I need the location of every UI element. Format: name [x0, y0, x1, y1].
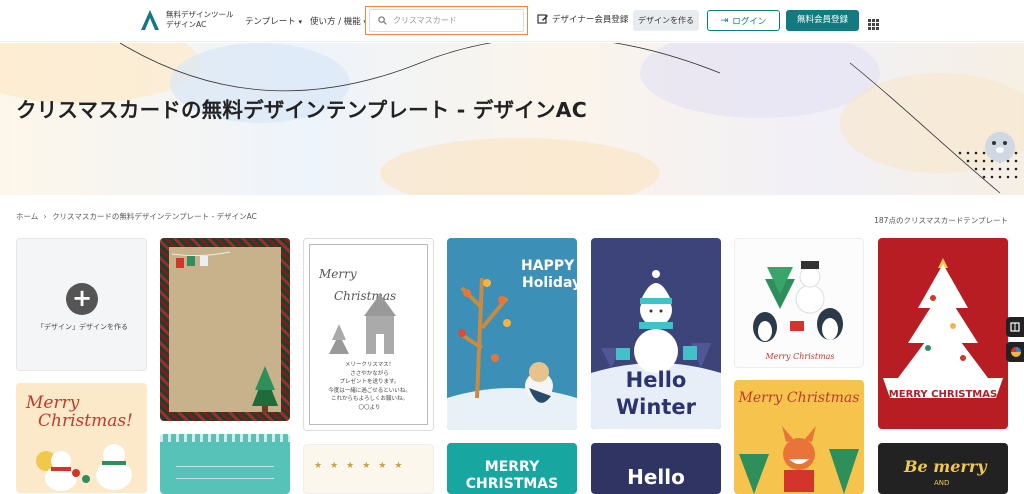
nav-usage-label: 使い方 / 機能 [310, 17, 361, 27]
template-card-gold-stars[interactable]: ★★★★★★ [303, 444, 434, 494]
template-card-be-merry[interactable]: Be merry AND [878, 443, 1008, 494]
message-line: メリークリスマス！ [344, 362, 395, 368]
search-input[interactable]: クリスマスカード [369, 9, 524, 32]
template-card-red-tree[interactable]: MERRY CHRISTMAS [878, 238, 1008, 429]
search-icon [378, 16, 387, 25]
teal-merry-line1: MERRY [484, 459, 540, 475]
results-count: 187点のクリスマスカードテンプレート [874, 216, 1008, 225]
nav-templates-label: テンプレート [245, 17, 296, 27]
side-color-button[interactable] [1006, 342, 1024, 362]
bears-title-line1: Merry [26, 393, 80, 413]
hello-winter-line2: Winter [616, 395, 696, 419]
happy-holiday-line1: HAPPY [521, 258, 575, 274]
red-tree-illustration [883, 258, 1003, 398]
designer-register-label: デザイナー会員登録 [552, 15, 629, 25]
breadcrumb-current: クリスマスカードの無料デザインテンプレート - デザインAC [52, 212, 257, 221]
hero-banner: クリスマスカードの無料デザインテンプレート - デザインAC [0, 43, 1024, 195]
red-tree-banner: MERRY CHRISTMAS [888, 389, 998, 400]
be-merry-line1: Be merry [904, 457, 987, 476]
happy-holiday-line2: Holiday [522, 275, 577, 291]
template-card-plaid-frame[interactable] [160, 238, 290, 421]
message-line: 今度は一緒に過ごせるといいね。 [328, 387, 411, 394]
template-card-teal[interactable] [160, 434, 290, 494]
penguins-caption: Merry Christmas [765, 352, 835, 361]
fox-illustration [739, 426, 859, 494]
template-card-navy-hello[interactable]: Hello [591, 443, 721, 494]
edit-icon [537, 14, 548, 24]
breadcrumb-separator: › [43, 212, 47, 221]
fox-title: Merry Christmas [738, 390, 860, 406]
bears-title-line2: Christmas! [38, 411, 133, 431]
hello-winter-line1: Hello [625, 368, 687, 392]
color-wheel-icon [1011, 347, 1021, 357]
message-line: ささやかながら [350, 370, 389, 377]
page-title: クリスマスカードの無料デザインテンプレート - デザインAC [16, 98, 587, 122]
login-icon: ⇥ [720, 15, 729, 26]
teal-line [176, 478, 274, 479]
template-card-penguins[interactable]: Merry Christmas [734, 238, 864, 368]
logo-text[interactable]: 無料デザインツール デザインAC [166, 10, 234, 30]
template-card-hello-winter[interactable]: Hello Winter [591, 238, 721, 429]
template-card-bears[interactable]: Merry Christmas! [16, 383, 147, 493]
caret-down-icon: ▾ [298, 18, 302, 26]
template-card-fox[interactable]: Merry Christmas [734, 380, 864, 494]
nav-usage[interactable]: 使い方 / 機能 ▾ [310, 15, 367, 27]
side-book-button[interactable] [1006, 317, 1024, 337]
penguins-illustration [753, 261, 843, 342]
message-line: 〇〇より [358, 404, 381, 411]
book-icon [1010, 322, 1020, 332]
logo-line1: 無料デザインツール [166, 10, 234, 19]
free-register-button[interactable]: 無料会員登録 [786, 10, 859, 31]
gray-card-title-line1: Merry [319, 267, 357, 281]
designer-register-link[interactable]: デザイナー会員登録 [537, 13, 628, 25]
church-illustration [329, 294, 396, 354]
nav-templates[interactable]: テンプレート ▾ [245, 15, 302, 27]
create-design-button[interactable]: デザインを作る [633, 10, 699, 31]
message-line: プレゼントを送ります。 [339, 379, 400, 385]
apps-grid-icon[interactable] [868, 15, 879, 34]
template-card-happy-holiday[interactable]: HAPPY Holiday [447, 238, 577, 430]
plus-icon: + [66, 283, 98, 315]
breadcrumb-home[interactable]: ホーム [16, 212, 38, 221]
logo-icon[interactable] [140, 9, 160, 35]
teal-border-pattern [160, 434, 290, 442]
site-header: 無料デザインツール デザインAC テンプレート ▾ 使い方 / 機能 ▾ クリス… [0, 0, 1024, 42]
template-card-teal-merry[interactable]: MERRY CHRISTMAS [447, 443, 577, 494]
message-line: これからもよろしくお願いね。 [330, 396, 408, 402]
template-card-merry-christmas-gray[interactable]: Merry Christmas メリークリスマス！ ささやかながら プレゼントを… [303, 238, 434, 431]
plaid-decoration [171, 251, 278, 412]
breadcrumb: ホーム › クリスマスカードの無料デザインテンプレート - デザインAC [16, 211, 257, 222]
logo-line2: デザインAC [166, 20, 207, 29]
teal-merry-line2: CHRISTMAS [465, 476, 559, 492]
stars-decoration: ★★★★★★ [314, 461, 411, 471]
teal-line [176, 466, 274, 467]
create-design-card[interactable]: + 「デザイン」デザインを作る [16, 238, 147, 371]
create-design-label: 「デザイン」デザインを作る [37, 323, 128, 331]
gray-card-message: メリークリスマス！ ささやかながら プレゼントを送ります。 今度は一緒に過ごせる… [304, 361, 433, 412]
navy-hello-line1: Hello [627, 465, 685, 489]
search-box[interactable]: クリスマスカード [365, 6, 528, 35]
bears-illustration [36, 444, 132, 491]
search-placeholder: クリスマスカード [393, 16, 457, 25]
login-button[interactable]: ⇥ ログイン [707, 10, 780, 31]
login-label: ログイン [732, 16, 767, 27]
